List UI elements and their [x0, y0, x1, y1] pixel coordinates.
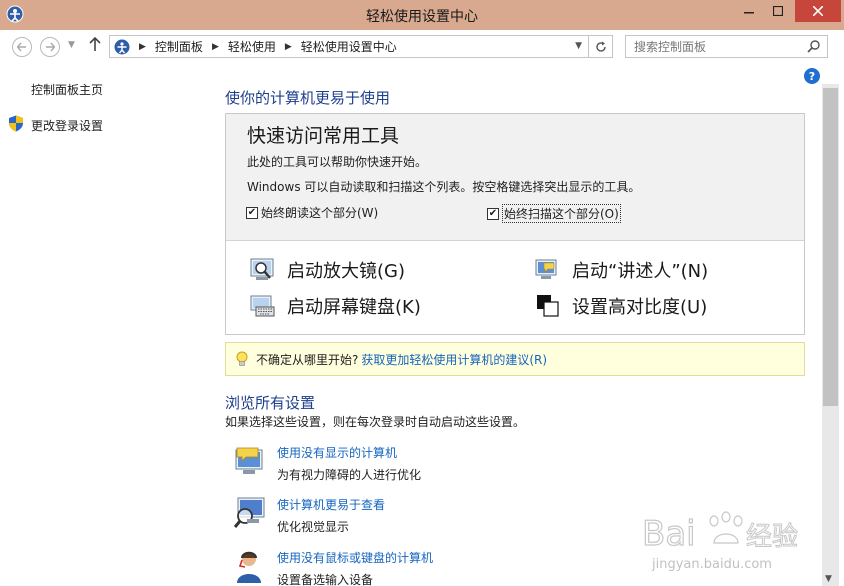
quick-access-header: 快速访问常用工具 此处的工具可以帮助你快速开始。 Windows 可以自动读取和… — [226, 114, 804, 241]
help-icon[interactable]: ? — [804, 68, 820, 84]
high-contrast-icon — [537, 295, 559, 317]
back-button[interactable] — [12, 37, 32, 57]
make-easier-to-see-description: 优化视觉显示 — [277, 520, 350, 534]
monitor-speech-icon — [235, 447, 263, 474]
baidu-jingyan-watermark: Bai 经验 jingyan.baidu.com — [640, 505, 810, 580]
start-magnifier-link[interactable]: 启动放大镜(G) — [250, 257, 405, 283]
start-on-screen-keyboard-label[interactable]: 启动屏幕键盘(K) — [287, 293, 421, 319]
page-title: 使你的计算机更易于使用 — [225, 89, 391, 107]
browse-settings-description: 如果选择这些设置，则在每次登录时自动启动这些设置。 — [225, 415, 526, 429]
search-box[interactable] — [625, 35, 828, 58]
quick-access-panel: 快速访问常用工具 此处的工具可以帮助你快速开始。 Windows 可以自动读取和… — [225, 113, 805, 335]
use-without-display-link[interactable]: 使用没有显示的计算机 — [277, 444, 397, 461]
arrow-left-icon — [17, 42, 26, 52]
close-button[interactable] — [795, 0, 841, 22]
always-read-checkbox[interactable]: ✔ 始终朗读这个部分(W) — [246, 204, 378, 221]
window-title: 轻松使用设置中心 — [366, 9, 478, 25]
start-narrator-label[interactable]: 启动“讲述人”(N) — [572, 257, 708, 283]
checkbox-checked-icon[interactable]: ✔ — [487, 207, 499, 220]
always-scan-checkbox[interactable]: ✔ 始终扫描这个部分(O) — [487, 204, 621, 223]
lightbulb-icon — [236, 351, 248, 366]
svg-text:Bai: Bai — [642, 514, 696, 554]
start-narrator-link[interactable]: 启动“讲述人”(N) — [535, 257, 708, 283]
breadcrumb-separator: ▶ — [139, 41, 146, 52]
ease-of-access-icon — [114, 39, 130, 54]
set-high-contrast-label[interactable]: 设置高对比度(U) — [572, 293, 707, 319]
chevron-down-icon[interactable]: ▼ — [575, 41, 582, 51]
scrollbar-thumb[interactable] — [823, 88, 838, 406]
recent-locations-dropdown[interactable]: ▼ — [68, 40, 75, 50]
quick-access-instructions: Windows 可以自动读取和扫描这个列表。按空格键选择突出显示的工具。 — [247, 180, 641, 194]
search-input[interactable] — [634, 39, 794, 54]
change-login-settings-link[interactable]: 更改登录设置 — [31, 117, 103, 134]
keyboard-icon — [250, 295, 275, 317]
start-magnifier-label[interactable]: 启动放大镜(G) — [287, 257, 405, 283]
make-easier-to-see-link[interactable]: 使计算机更易于查看 — [277, 496, 385, 513]
use-without-display-description: 为有视力障碍的人进行优化 — [277, 468, 422, 482]
start-on-screen-keyboard-link[interactable]: 启动屏幕键盘(K) — [250, 293, 421, 319]
uac-shield-icon — [9, 115, 23, 132]
quick-access-title: 快速访问常用工具 — [247, 125, 400, 147]
breadcrumb-control-panel[interactable]: 控制面板 — [155, 38, 203, 55]
arrow-up-icon — [89, 36, 101, 51]
svg-text:经验: 经验 — [746, 522, 798, 552]
set-high-contrast-link[interactable]: 设置高对比度(U) — [535, 293, 707, 319]
scroll-down-arrow-icon[interactable]: ▼ — [825, 574, 832, 584]
forward-button[interactable] — [40, 37, 60, 57]
title-bar: 轻松使用设置中心 — [0, 0, 844, 30]
watermark-url: jingyan.baidu.com — [652, 557, 772, 572]
monitor-magnifier-icon — [234, 497, 265, 528]
minimize-button[interactable] — [736, 0, 762, 22]
navigation-bar: ▼ ▶ 控制面板 ▶ 轻松使用 ▶ 轻松使用设置中心 ▼ — [0, 30, 844, 62]
checkbox-checked-icon[interactable]: ✔ — [246, 206, 258, 219]
magnifier-icon — [250, 258, 274, 280]
vertical-scrollbar[interactable]: ▼ — [822, 84, 839, 586]
maximize-button[interactable] — [765, 0, 791, 22]
refresh-icon — [595, 41, 606, 52]
close-icon — [813, 6, 823, 16]
narrator-icon — [535, 259, 557, 279]
always-read-label[interactable]: 始终朗读这个部分(W) — [261, 204, 378, 221]
arrow-right-icon — [46, 42, 55, 52]
left-pane: 控制面板主页 更改登录设置 — [0, 62, 215, 586]
address-bar[interactable]: ▶ 控制面板 ▶ 轻松使用 ▶ 轻松使用设置中心 ▼ — [109, 35, 613, 58]
quick-access-description: 此处的工具可以帮助你快速开始。 — [247, 155, 428, 169]
use-without-mouse-keyboard-description: 设置备选输入设备 — [277, 573, 374, 586]
search-icon[interactable] — [807, 39, 821, 53]
breadcrumb-current[interactable]: 轻松使用设置中心 — [301, 38, 397, 55]
list-item: 使用没有显示的计算机 为有视力障碍的人进行优化 — [234, 444, 794, 488]
person-headset-icon — [237, 551, 261, 583]
browse-settings-heading: 浏览所有设置 — [225, 394, 316, 412]
maximize-icon — [773, 6, 783, 16]
control-panel-home-link[interactable]: 控制面板主页 — [31, 81, 103, 98]
minimize-icon — [744, 12, 754, 14]
tip-text: 不确定从哪里开始? — [256, 352, 359, 367]
baidu-logo-icon: Bai 经验 — [641, 511, 799, 555]
breadcrumb-ease-of-access[interactable]: 轻松使用 — [228, 38, 276, 55]
tip-bar: 不确定从哪里开始? 获取更加轻松使用计算机的建议(R) — [225, 342, 805, 376]
breadcrumb-separator[interactable]: ▶ — [212, 42, 219, 52]
refresh-button[interactable] — [588, 36, 612, 57]
breadcrumb-separator[interactable]: ▶ — [285, 42, 292, 52]
use-without-mouse-keyboard-link[interactable]: 使用没有鼠标或键盘的计算机 — [277, 549, 433, 566]
always-scan-label[interactable]: 始终扫描这个部分(O) — [502, 204, 621, 223]
up-button[interactable] — [89, 36, 101, 55]
get-recommendations-link[interactable]: 获取更加轻松使用计算机的建议(R) — [361, 351, 547, 368]
